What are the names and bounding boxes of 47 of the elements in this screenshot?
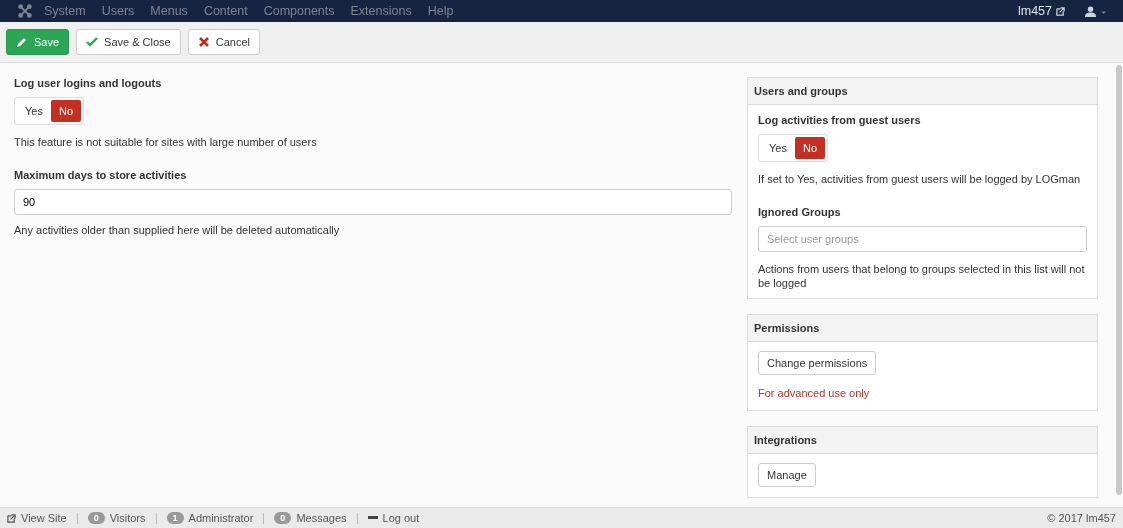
panel-title: Permissions [748, 315, 1097, 342]
site-link[interactable]: lm457 [1017, 4, 1052, 18]
field-label: Maximum days to store activities [14, 169, 188, 181]
menu-item[interactable]: System [44, 4, 86, 18]
status-link[interactable]: View Site [21, 512, 67, 524]
panel-button[interactable]: Manage [758, 463, 816, 487]
checkmark-icon [86, 36, 99, 48]
toggle-option[interactable]: Yes [761, 137, 795, 159]
pencil-icon [16, 36, 28, 48]
menu-item[interactable]: Users [101, 4, 135, 18]
toolbar-button[interactable]: Cancel [187, 29, 260, 55]
menu-item[interactable]: Menus [150, 4, 188, 18]
help-text: Any activities older than supplied here will be deleted automatically [14, 223, 341, 237]
field-label: Ignored Groups [758, 206, 842, 218]
menu-item[interactable]: Extensions [350, 4, 412, 18]
panel-title: Integrations [748, 427, 1097, 454]
user-icon[interactable] [1085, 5, 1107, 17]
status-link[interactable]: Administrator [188, 512, 254, 524]
input-field[interactable]: 90 [14, 189, 732, 215]
menu-item[interactable]: Help [427, 4, 454, 18]
panel-button[interactable]: Change permissions [758, 351, 877, 375]
field-label: Log activities from guest users [758, 114, 922, 126]
note-text: For advanced use only [758, 387, 871, 399]
status-link[interactable]: Visitors [109, 512, 146, 524]
toggle-option[interactable]: No [794, 137, 825, 159]
field-label: Log user logins and logouts [14, 77, 163, 89]
count-badge: 1 [166, 512, 184, 524]
toggle-option[interactable]: Yes [17, 100, 51, 122]
close-icon [197, 36, 210, 48]
status-link[interactable]: Messages [296, 512, 347, 524]
select-field[interactable]: Select user groups [758, 226, 1087, 252]
help-text: If set to Yes, activities from guest users will be logged by LOGman [758, 172, 1082, 186]
help-text: This feature is not suitable for sites with large number of users [14, 135, 318, 149]
toolbar-button[interactable]: Save & Close [76, 29, 181, 55]
panel-title: Users and groups [748, 78, 1097, 105]
external-link-icon [1056, 6, 1065, 16]
minus-icon [367, 516, 378, 520]
toggle-option[interactable]: No [50, 100, 81, 122]
status-link[interactable]: Log out [382, 512, 420, 524]
scrollbar[interactable] [1116, 65, 1122, 495]
menu-item[interactable]: Components [263, 4, 335, 18]
external-link-icon [7, 513, 16, 523]
help-text: Actions from users that belong to groups selected in this list will not be logged [758, 262, 1086, 290]
copyright-text: © 2017 lm457 [1047, 512, 1116, 524]
count-badge: 0 [87, 512, 105, 524]
menu-item[interactable]: Content [203, 4, 248, 18]
count-badge: 0 [274, 512, 292, 524]
